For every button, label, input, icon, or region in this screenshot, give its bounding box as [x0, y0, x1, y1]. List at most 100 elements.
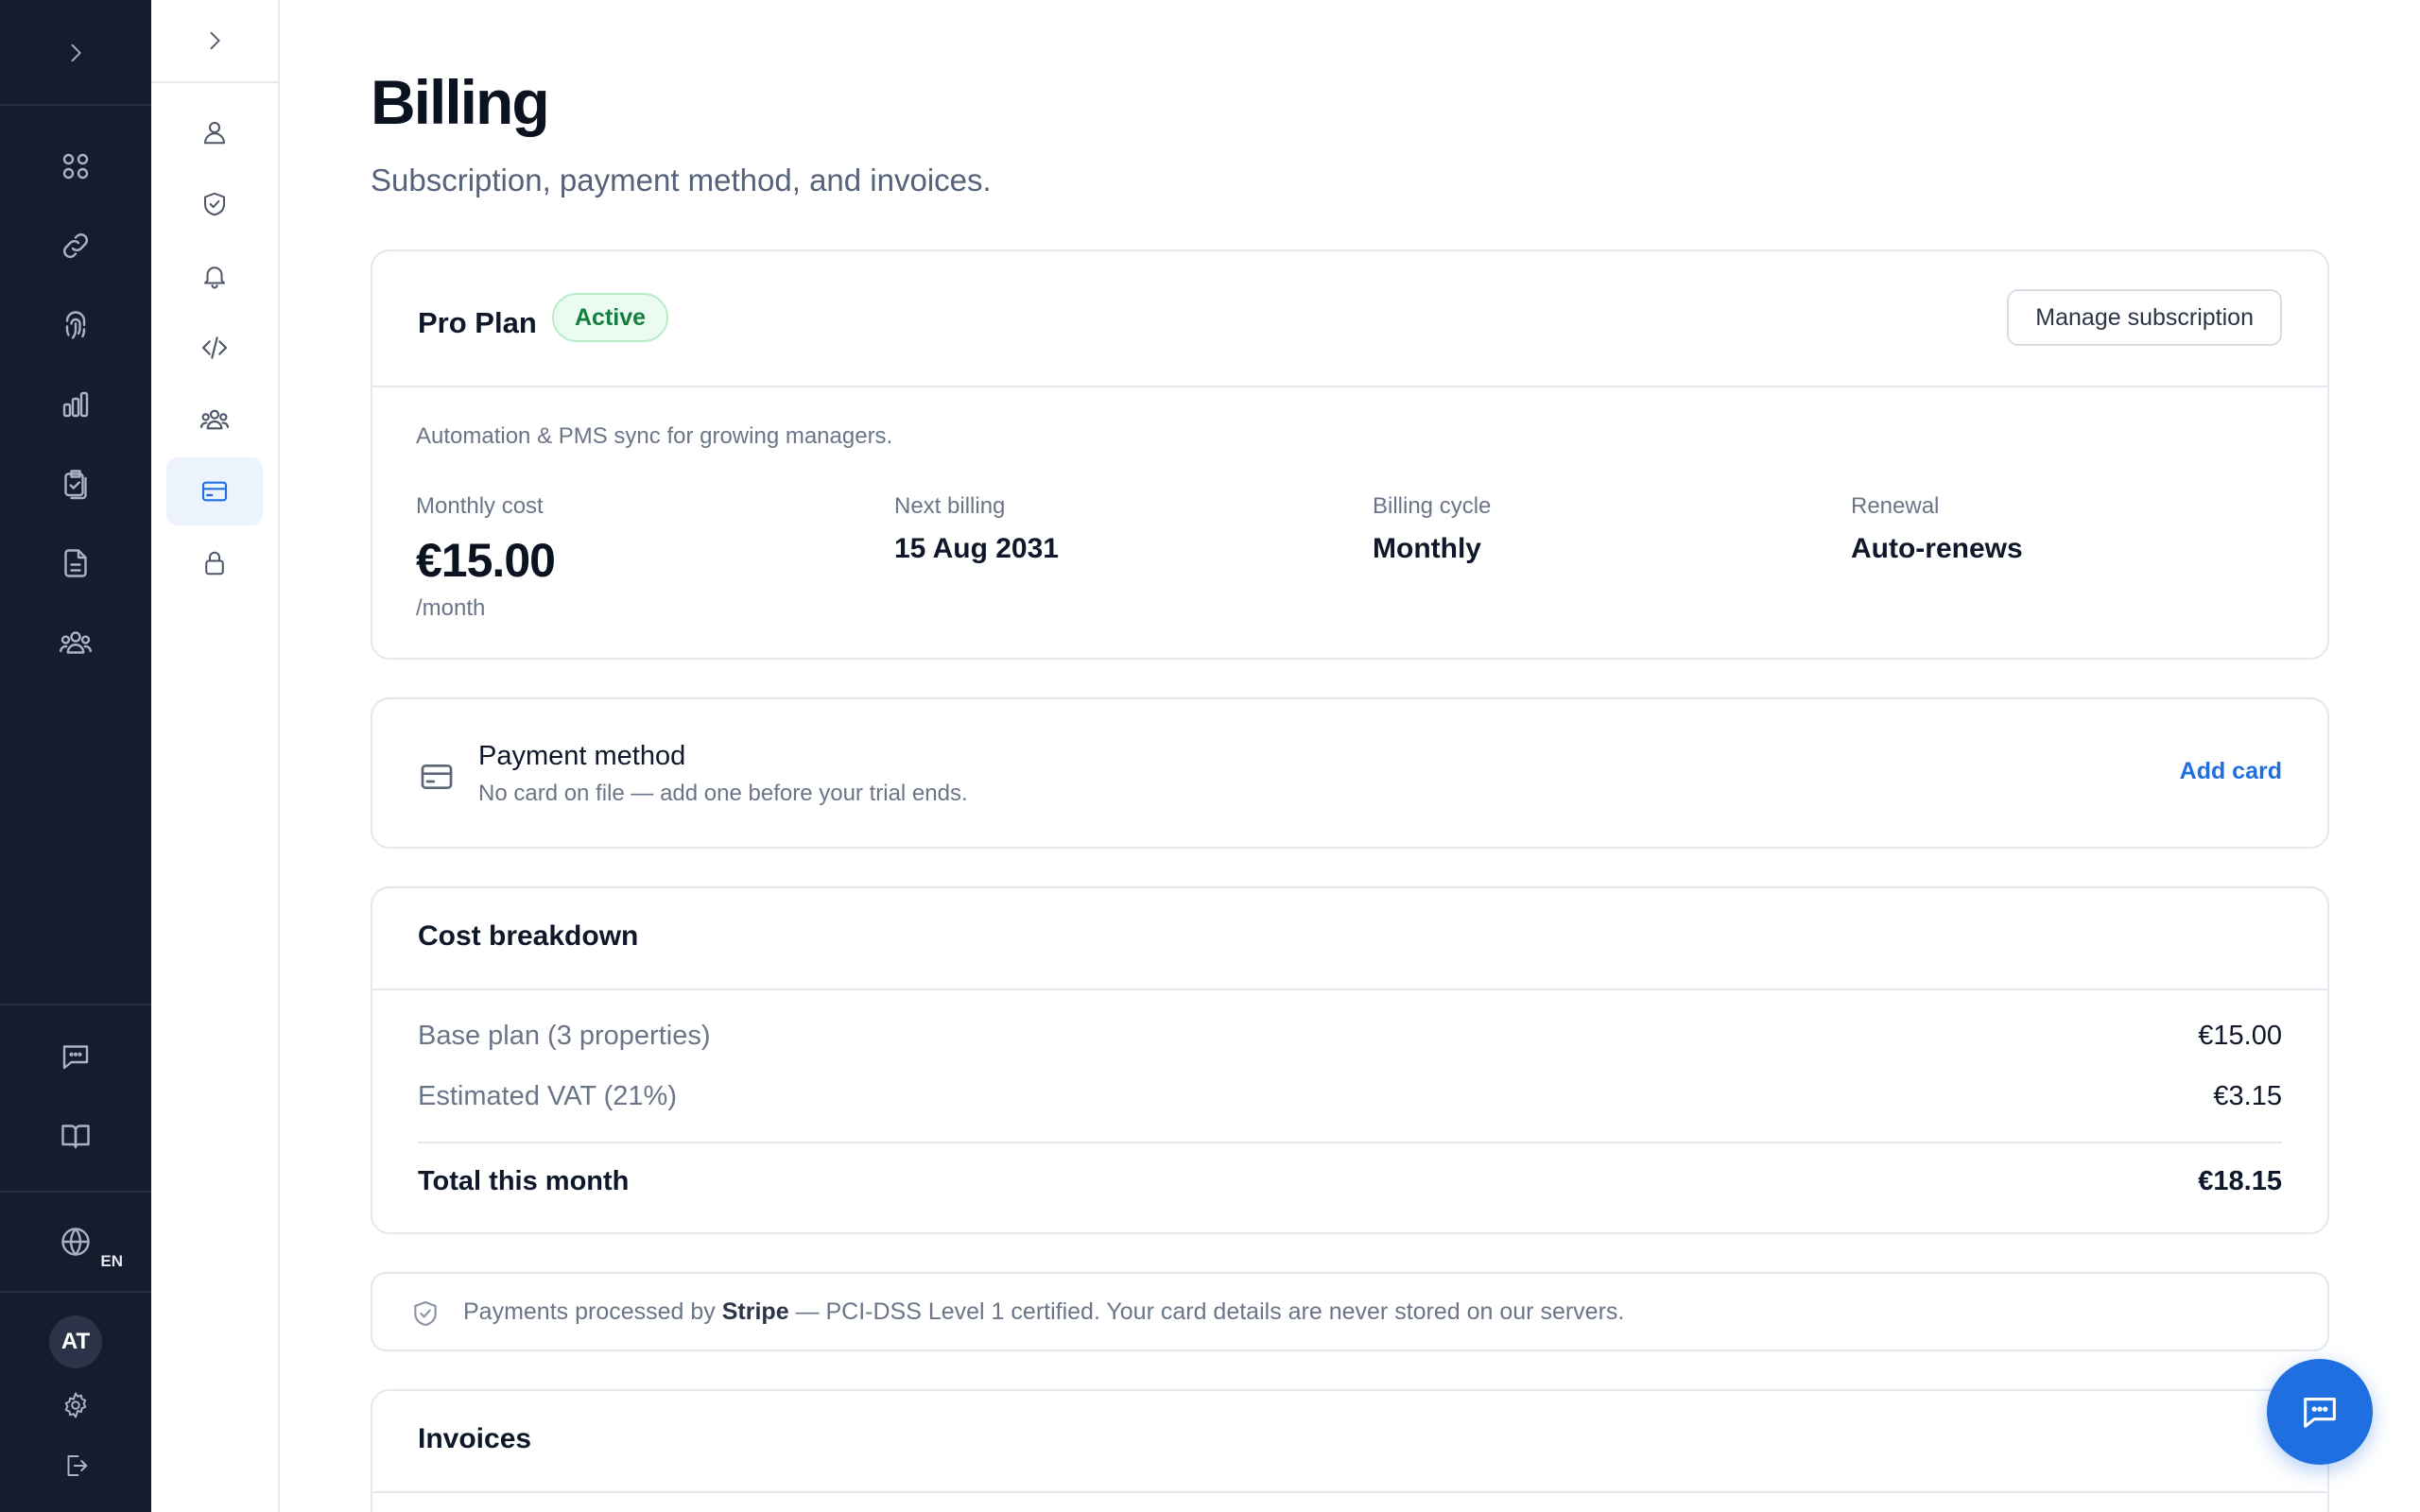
notice-suffix: — PCI-DSS Level 1 certified. Your card d… — [788, 1298, 1625, 1325]
total-divider — [418, 1142, 2282, 1143]
rail-item-access[interactable] — [51, 301, 100, 350]
book-icon — [61, 1125, 90, 1149]
user-icon — [204, 122, 225, 145]
rail-item-analytics[interactable] — [51, 380, 100, 429]
breakdown-row: Estimated VAT (21%) €3.15 — [418, 1081, 2282, 1112]
plan-card: Pro Plan Active Manage subscription — [371, 249, 2329, 660]
chevron-right-icon — [210, 31, 220, 50]
billing-cycle-stat: Billing cycle Monthly — [1373, 493, 1491, 565]
settings-nav-billing[interactable] — [166, 457, 263, 525]
globe-icon — [61, 1228, 90, 1256]
page-subtitle: Subscription, payment method, and invoic… — [371, 163, 992, 198]
monthly-cost-label: Monthly cost — [416, 493, 544, 519]
breakdown-row-value: €3.15 — [2213, 1081, 2282, 1111]
breakdown-row-label: Estimated VAT (21%) — [418, 1081, 677, 1111]
fingerprint-icon — [65, 311, 86, 339]
page-title: Billing — [371, 67, 550, 137]
next-billing-stat: Next billing 15 Aug 2031 — [894, 493, 1059, 565]
credit-card-icon — [201, 481, 228, 502]
monthly-cost-stat: Monthly cost €15.00 /month — [416, 493, 556, 622]
primary-sidebar: EN AT — [0, 0, 151, 1512]
billing-cycle-value: Monthly — [1373, 533, 1481, 564]
link-icon — [63, 233, 88, 258]
card-divider — [372, 1491, 2327, 1493]
document-icon — [64, 549, 87, 577]
rail-item-team[interactable] — [51, 618, 100, 667]
expand-settings-nav-button[interactable] — [151, 0, 278, 83]
rail-divider — [0, 1291, 151, 1293]
renewal-stat: Renewal Auto-renews — [1851, 493, 2023, 565]
settings-button[interactable] — [51, 1381, 100, 1430]
settings-sidebar — [151, 0, 280, 1512]
support-chat-button[interactable] — [2267, 1359, 2373, 1465]
card-divider — [372, 988, 2327, 990]
grid-icon — [62, 153, 89, 180]
settings-nav-privacy[interactable] — [166, 529, 263, 597]
cost-breakdown-title: Cost breakdown — [418, 920, 639, 952]
rail-divider — [0, 1004, 151, 1005]
notice-prefix: Payments processed by — [463, 1298, 722, 1325]
breakdown-total-row: Total this month €18.15 — [418, 1166, 2282, 1197]
language-label: EN — [100, 1252, 123, 1270]
notice-text: Payments processed by Stripe — PCI-DSS L… — [463, 1298, 1624, 1326]
manage-subscription-button[interactable]: Manage subscription — [2007, 289, 2282, 346]
rail-item-integrations[interactable] — [51, 221, 100, 270]
credit-card-icon — [418, 758, 456, 796]
chevron-right-icon — [71, 43, 81, 62]
billing-cycle-label: Billing cycle — [1373, 493, 1492, 519]
code-icon — [201, 336, 228, 359]
payment-method-subtitle: No card on file — add one before your tr… — [478, 781, 968, 806]
language-switcher[interactable] — [51, 1217, 100, 1266]
next-billing-label: Next billing — [894, 493, 1006, 519]
add-card-button[interactable]: Add card — [2180, 758, 2282, 785]
bell-icon — [204, 266, 225, 289]
rail-item-dashboard[interactable] — [51, 142, 100, 191]
rail-divider — [0, 1191, 151, 1193]
next-billing-value: 15 Aug 2031 — [894, 533, 1059, 564]
plan-name: Pro Plan — [418, 306, 537, 339]
settings-nav-developer[interactable] — [166, 314, 263, 382]
expand-sidebar-button[interactable] — [51, 28, 100, 77]
renewal-label: Renewal — [1851, 493, 1940, 519]
total-value: €18.15 — [2198, 1166, 2282, 1196]
payment-method-card: Payment method No card on file — add one… — [371, 697, 2329, 849]
renewal-value: Auto-renews — [1851, 533, 2023, 564]
notice-provider: Stripe — [721, 1298, 789, 1325]
breakdown-row: Base plan (3 properties) €15.00 — [418, 1021, 2282, 1052]
chat-icon — [62, 1045, 89, 1070]
settings-nav-profile[interactable] — [166, 98, 263, 166]
settings-nav-team[interactable] — [166, 386, 263, 454]
shield-check-icon — [410, 1298, 441, 1329]
payment-security-notice: Payments processed by Stripe — PCI-DSS L… — [371, 1272, 2329, 1351]
monthly-cost-value: €15.00 — [416, 534, 556, 587]
rail-item-tasks[interactable] — [51, 459, 100, 508]
logout-button[interactable] — [51, 1441, 100, 1490]
lock-icon — [205, 551, 224, 576]
breakdown-row-value: €15.00 — [2198, 1021, 2282, 1051]
status-badge: Active — [552, 293, 669, 342]
chat-icon — [2304, 1398, 2336, 1428]
gear-icon — [64, 1392, 87, 1418]
plan-description: Automation & PMS sync for growing manage… — [416, 423, 893, 449]
total-label: Total this month — [418, 1166, 630, 1196]
card-divider — [372, 386, 2327, 387]
cost-breakdown-card: Cost breakdown Base plan (3 properties) … — [371, 886, 2329, 1234]
rail-item-support-chat[interactable] — [51, 1032, 100, 1081]
rail-item-docs[interactable] — [51, 1111, 100, 1160]
team-icon — [199, 409, 230, 430]
monthly-cost-unit: /month — [416, 595, 486, 621]
avatar[interactable]: AT — [49, 1315, 102, 1368]
settings-nav-notifications[interactable] — [166, 242, 263, 310]
payment-method-title: Payment method — [478, 741, 686, 771]
shield-check-icon — [204, 192, 225, 216]
invoices-card: Invoices — [371, 1389, 2329, 1512]
invoices-title: Invoices — [418, 1423, 532, 1454]
bar-chart-icon — [62, 391, 89, 418]
logout-icon — [67, 1455, 88, 1476]
rail-divider — [0, 104, 151, 106]
rail-item-documents[interactable] — [51, 539, 100, 588]
settings-nav-security[interactable] — [166, 170, 263, 238]
breakdown-row-label: Base plan (3 properties) — [418, 1021, 711, 1051]
users-icon — [60, 631, 92, 654]
clipboard-check-icon — [64, 470, 87, 500]
